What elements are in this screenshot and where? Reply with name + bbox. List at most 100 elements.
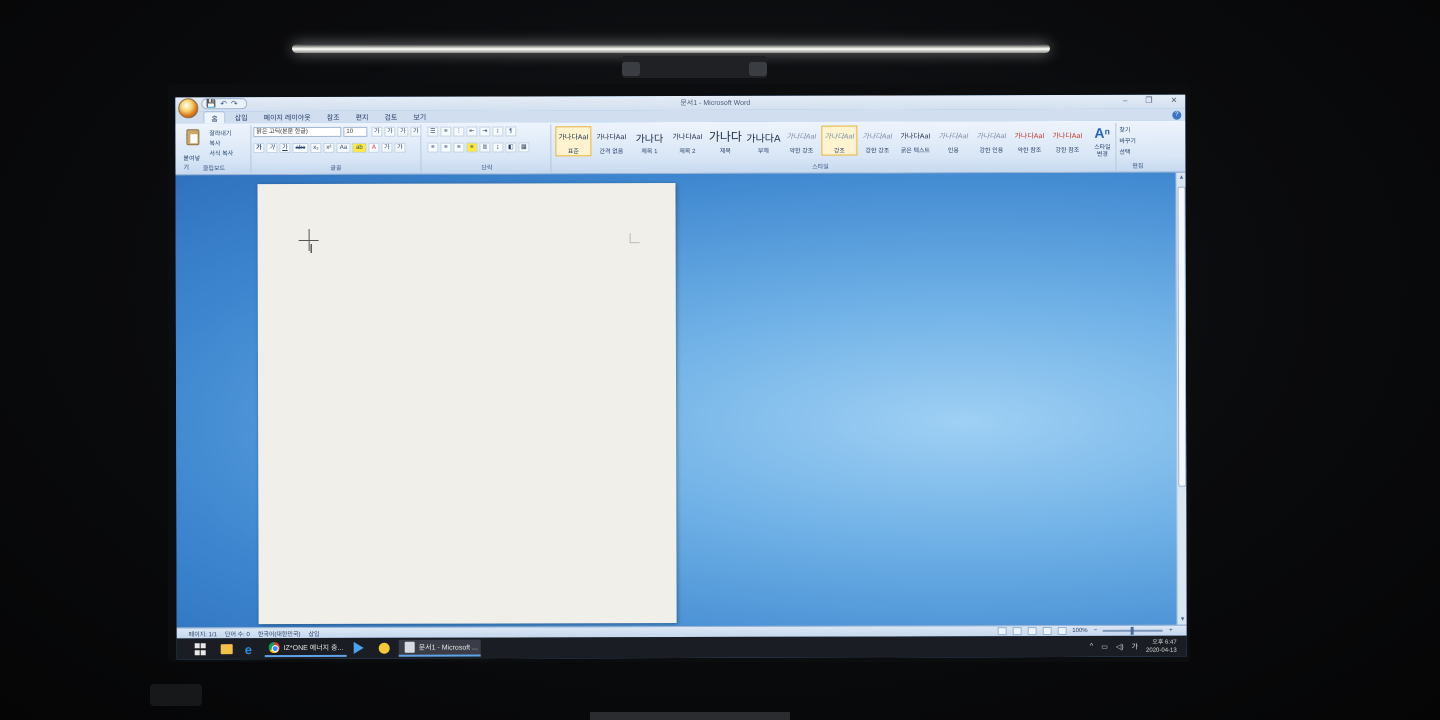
change-styles-button[interactable]: Aⁿ 스타일 변경 — [1091, 125, 1113, 165]
scroll-up-icon[interactable]: ▲ — [1177, 174, 1185, 182]
font-size-select[interactable]: 10 — [343, 126, 368, 137]
style-heading-1[interactable]: 가나다 제목 1 — [631, 126, 667, 156]
print-layout-view-button[interactable] — [997, 627, 1007, 636]
tab-mailings[interactable]: 편지 — [349, 111, 376, 123]
shading-button[interactable]: ◧ — [505, 142, 517, 153]
copy-button[interactable]: 복사 — [209, 138, 220, 147]
save-icon[interactable]: 💾 — [206, 99, 216, 108]
select-button[interactable]: 선택 — [1119, 147, 1159, 158]
align-center-button[interactable]: ≡ — [440, 142, 452, 153]
zoom-level[interactable]: 100% — [1072, 628, 1087, 634]
align-right-button[interactable]: ≡ — [453, 142, 465, 153]
help-icon[interactable]: ? — [1172, 110, 1182, 120]
multilevel-list-button[interactable]: ⋮ — [453, 126, 465, 137]
font-color-button[interactable]: A — [368, 142, 380, 153]
style-emphasis[interactable]: 가나다AaI 강조 — [821, 125, 858, 156]
vertical-scrollbar[interactable]: ▲ ▼ — [1175, 172, 1187, 625]
subscript-button[interactable]: x₂ — [310, 142, 322, 153]
find-button[interactable]: 찾기 — [1119, 125, 1159, 136]
language-indicator[interactable]: 한국어(대한민국) — [258, 629, 301, 638]
tab-insert[interactable]: 삽입 — [228, 111, 255, 123]
tab-view[interactable]: 보기 — [406, 111, 433, 123]
taskbar-word[interactable]: 문서1 - Microsoft ... — [398, 639, 481, 657]
superscript-button[interactable]: x² — [323, 142, 335, 153]
insert-mode[interactable]: 삽입 — [308, 629, 319, 638]
tray-chevron-icon[interactable]: ^ — [1090, 643, 1093, 650]
style-strong[interactable]: 가나다AaI 굵은 텍스트 — [897, 125, 933, 155]
style-title[interactable]: 가나다 제목 — [707, 126, 743, 156]
undo-icon[interactable]: ↶ — [220, 99, 227, 108]
grow-font-button[interactable]: 가 — [371, 126, 383, 137]
strikethrough-button[interactable]: abc — [292, 142, 309, 154]
shrink-font-button[interactable]: 가 — [384, 126, 396, 137]
ime-indicator[interactable]: 가 — [1132, 641, 1138, 651]
align-left-button[interactable]: ≡ — [427, 142, 439, 153]
highlight-button[interactable]: ab — [352, 142, 367, 153]
scroll-down-icon[interactable]: ▼ — [1179, 616, 1187, 624]
numbering-button[interactable]: ≡ — [440, 126, 452, 137]
close-button[interactable]: ✕ — [1171, 96, 1178, 105]
tab-home[interactable]: 홈 — [203, 111, 226, 124]
file-explorer-icon[interactable] — [220, 644, 233, 655]
style-subtle-emphasis[interactable]: 가나다AaI 약한 강조 — [783, 126, 819, 156]
style-intense-emphasis[interactable]: 가나다AaI 강한 강조 — [859, 125, 895, 155]
style-no-spacing[interactable]: 가나다AaI 간격 없음 — [593, 126, 629, 156]
windows-start-icon[interactable] — [194, 643, 207, 656]
bold-button[interactable]: 가 — [253, 143, 265, 154]
distribute-button[interactable]: ≣ — [479, 142, 491, 153]
style-intense-reference[interactable]: 가나다AaI 강한 참조 — [1049, 125, 1085, 155]
tab-page-layout[interactable]: 페이지 레이아웃 — [257, 111, 318, 123]
style-quote[interactable]: 가나다AaI 인용 — [935, 125, 971, 155]
phonetic-button[interactable]: 가 — [410, 126, 422, 137]
tab-review[interactable]: 검토 — [377, 111, 404, 123]
app-circle-icon[interactable] — [378, 642, 390, 654]
zoom-out-icon[interactable]: − — [1094, 628, 1098, 634]
sort-button[interactable]: ↕ — [492, 126, 504, 137]
char-shading-button[interactable]: 가 — [381, 142, 393, 153]
monitor-light-bar — [292, 44, 1050, 53]
document-page[interactable] — [257, 183, 677, 625]
decrease-indent-button[interactable]: ⇤ — [466, 126, 478, 137]
show-marks-button[interactable]: ¶ — [505, 126, 517, 137]
increase-indent-button[interactable]: ⇥ — [479, 126, 491, 137]
format-painter-button[interactable]: 서식 복사 — [209, 148, 233, 157]
network-icon[interactable]: ▭ — [1101, 642, 1108, 650]
style-normal[interactable]: 가나다AaI 표준 — [555, 126, 592, 157]
redo-icon[interactable]: ↷ — [231, 99, 238, 108]
outline-view-button[interactable] — [1042, 627, 1052, 636]
draft-view-button[interactable] — [1057, 626, 1067, 636]
replace-button[interactable]: 바꾸기 — [1119, 136, 1159, 147]
cut-button[interactable]: 잘라내기 — [209, 128, 231, 137]
clear-format-button[interactable]: 가 — [397, 126, 409, 137]
borders-button[interactable]: ▦ — [518, 142, 530, 153]
clock[interactable]: 오후 6:47 2020-04-13 — [1146, 638, 1177, 654]
justify-button[interactable]: ≡ — [466, 142, 478, 153]
change-case-button[interactable]: Aa — [336, 142, 351, 153]
zoom-slider[interactable] — [1103, 629, 1164, 632]
enclose-char-button[interactable]: 가 — [394, 142, 406, 153]
word-count[interactable]: 단어 수: 0 — [225, 629, 250, 638]
paste-button[interactable]: 붙여넣기 — [181, 129, 203, 171]
italic-button[interactable]: 가 — [266, 143, 278, 154]
page-count[interactable]: 페이지: 1/1 — [189, 629, 217, 638]
minimize-button[interactable]: – — [1123, 96, 1127, 105]
bullets-button[interactable]: ☰ — [427, 126, 439, 137]
full-screen-view-button[interactable] — [1012, 627, 1022, 636]
style-subtle-reference[interactable]: 가나다AaI 약한 참조 — [1011, 125, 1047, 155]
line-spacing-button[interactable]: ↨ — [492, 142, 504, 153]
style-subtitle[interactable]: 가나다A 부제 — [745, 126, 781, 156]
maximize-button[interactable]: ❐ — [1145, 96, 1152, 105]
scroll-thumb[interactable] — [1177, 186, 1187, 487]
font-name-select[interactable]: 맑은 고딕(본문 한글) — [253, 126, 342, 138]
zoom-in-icon[interactable]: + — [1169, 628, 1173, 634]
office-button[interactable] — [178, 98, 199, 119]
style-heading-2[interactable]: 가나다AaI 제목 2 — [669, 126, 705, 156]
web-layout-view-button[interactable] — [1027, 627, 1037, 636]
media-player-icon[interactable] — [353, 641, 364, 654]
volume-icon[interactable]: ◁) — [1116, 642, 1124, 650]
underline-button[interactable]: 가 — [279, 143, 291, 154]
internet-explorer-icon[interactable]: e — [245, 641, 252, 658]
style-intense-quote[interactable]: 가나다AaI 강한 인용 — [973, 125, 1009, 155]
tab-references[interactable]: 참조 — [320, 111, 347, 123]
taskbar-chrome[interactable]: IZ*ONE 에너지 충... — [264, 639, 347, 658]
